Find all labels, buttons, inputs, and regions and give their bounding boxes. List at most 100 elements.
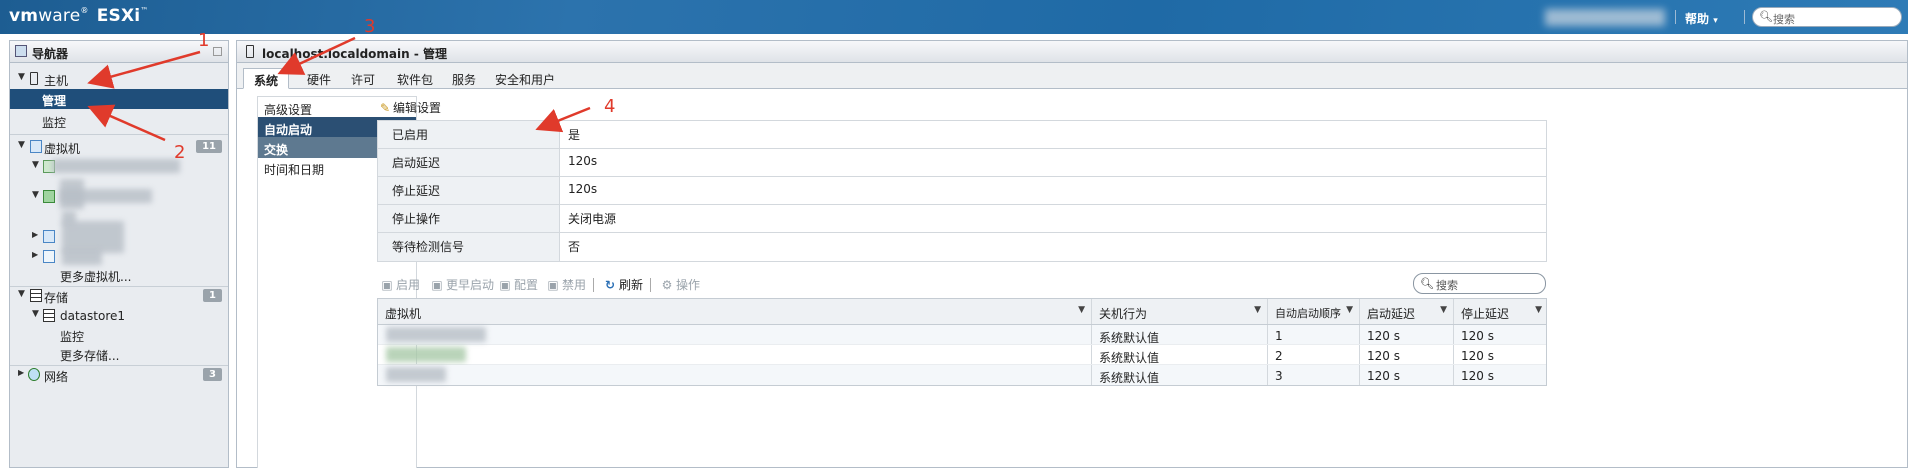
tab-system[interactable]: 系统 — [243, 68, 290, 89]
vm-icon — [43, 230, 55, 243]
property-row: 等待检测信号否 — [378, 233, 1546, 261]
tab-hardware[interactable]: 硬件 — [297, 68, 341, 89]
nav-item-manage[interactable]: 管理 — [10, 89, 228, 109]
blurred-vm-name — [62, 249, 102, 265]
vm-list-item[interactable]: ▶ — [10, 247, 228, 267]
navigator-header: 导航器 — [10, 41, 228, 63]
storage-icon — [30, 289, 42, 302]
property-row: 启动延迟 120s — [378, 149, 1546, 177]
tab-security-users[interactable]: 安全和用户 — [485, 68, 565, 89]
configure-icon: ▣ — [499, 278, 511, 292]
user-account-blurred[interactable] — [1545, 9, 1665, 26]
edit-settings-button[interactable]: ✎ 编辑设置 — [380, 99, 441, 116]
vm-count-badge: 11 — [196, 140, 222, 153]
nav-item-host[interactable]: ▼ 主机 — [10, 69, 228, 89]
annotation-number-1: 1 — [198, 30, 210, 51]
nav-item-network[interactable]: ▶ 网络 3 — [10, 365, 228, 385]
host-icon — [246, 45, 254, 58]
refresh-button[interactable]: ↻ 刷新 — [603, 276, 643, 293]
autostart-toolbar: ▣ 启用 ▣ 更早启动 ▣ 配置 ▣ 禁用 ↻ 刷新 ⚙ 操作 — [380, 276, 1550, 296]
column-header-vm[interactable]: 虚拟机 ▼ — [378, 299, 1092, 324]
divider — [10, 134, 228, 135]
expand-down-icon[interactable]: ▼ — [32, 160, 39, 170]
shutdown-cell: 系统默认值 — [1092, 325, 1268, 345]
nav-item-datastore-monitor[interactable]: 监控 — [10, 325, 228, 345]
expand-right-icon[interactable]: ▶ — [18, 368, 24, 377]
stop-delay-cell: 120 s — [1461, 349, 1494, 363]
nav-item-datastore1[interactable]: ▼ datastore1 — [10, 306, 228, 326]
blurred-vm-name — [60, 189, 152, 203]
actions-button[interactable]: ⚙ 操作 — [660, 276, 700, 293]
tab-packages[interactable]: 软件包 — [387, 68, 443, 89]
column-header-start-delay[interactable]: 启动延迟 ▼ — [1360, 299, 1454, 324]
grid-header: 虚拟机 ▼ 关机行为 ▼ 自动启动顺序 ▼ 启动延迟 ▼ 停止延迟 ▼ — [378, 299, 1546, 325]
tab-license[interactable]: 许可 — [341, 68, 385, 89]
expand-right-icon[interactable]: ▶ — [32, 230, 38, 239]
chevron-down-icon[interactable]: ▼ — [1535, 305, 1542, 315]
order-cell: 2 — [1268, 345, 1360, 364]
grid-search-input[interactable]: 🔍︎ 搜索 — [1413, 273, 1546, 294]
expand-down-icon[interactable]: ▼ — [32, 190, 39, 200]
vm-list-item[interactable]: ▼ — [10, 187, 228, 207]
top-bar: vmware® ESXi™ 帮助 ▾ 🔍︎ 搜索 — [0, 0, 1908, 34]
shutdown-cell: 系统默认值 — [1092, 365, 1268, 385]
expand-down-icon[interactable]: ▼ — [18, 72, 25, 82]
column-header-shutdown[interactable]: 关机行为 ▼ — [1092, 299, 1268, 324]
start-earlier-icon: ▣ — [431, 278, 443, 292]
blurred-vm-name — [386, 367, 446, 382]
divider — [1675, 10, 1676, 24]
shutdown-cell: 系统默认值 — [1092, 345, 1268, 365]
blurred-vm-name — [386, 347, 466, 362]
pencil-icon: ✎ — [380, 101, 391, 115]
column-header-order[interactable]: 自动启动顺序 ▼ — [1268, 299, 1360, 324]
blurred-vm-name — [52, 159, 180, 173]
disable-button[interactable]: ▣ 禁用 — [546, 276, 586, 293]
property-row: 停止操作 关闭电源 — [378, 205, 1546, 233]
annotation-number-2: 2 — [174, 142, 186, 163]
expand-down-icon[interactable]: ▼ — [32, 309, 39, 319]
start-delay-cell: 120 s — [1360, 365, 1454, 385]
disable-icon: ▣ — [547, 278, 559, 292]
chevron-down-icon[interactable]: ▼ — [1440, 305, 1447, 315]
autostart-properties: 已启用是 启动延迟 120s 停止延迟 120s 停止操作 关闭电源 等待检测信号否 — [377, 120, 1547, 262]
column-header-stop-delay[interactable]: 停止延迟 ▼ — [1454, 299, 1548, 324]
main-header: localhost.localdomain - 管理 — [237, 41, 1907, 63]
blurred-vm-name — [386, 327, 486, 342]
navigator-title: 导航器 — [32, 47, 69, 61]
expand-down-icon[interactable]: ▼ — [18, 289, 25, 299]
chevron-down-icon[interactable]: ▼ — [1346, 305, 1353, 315]
vmware-esxi-logo: vmware® ESXi™ — [9, 6, 149, 26]
property-row: 已启用是 — [378, 121, 1546, 149]
gear-icon: ⚙ — [661, 278, 673, 292]
configure-button[interactable]: ▣ 配置 — [498, 276, 538, 293]
vm-list-item[interactable]: ▶ — [10, 221, 228, 253]
nav-item-more-storage[interactable]: 更多存储... — [10, 344, 228, 364]
navigator-icon — [15, 45, 27, 57]
tab-services[interactable]: 服务 — [442, 68, 486, 89]
nav-item-vms[interactable]: ▼ 虚拟机 11 — [10, 137, 228, 157]
main-panel: localhost.localdomain - 管理 系统 硬件 许可 软件包 … — [236, 40, 1908, 468]
annotation-number-3: 3 — [364, 16, 376, 37]
top-search-input[interactable]: 🔍︎ 搜索 — [1752, 7, 1902, 27]
start-earlier-button[interactable]: ▣ 更早启动 — [430, 276, 494, 293]
nav-item-storage[interactable]: ▼ 存储 1 — [10, 286, 228, 306]
nav-item-monitor[interactable]: 监控 — [10, 111, 228, 131]
enable-button[interactable]: ▣ 启用 — [380, 276, 420, 293]
chevron-down-icon[interactable]: ▼ — [1254, 305, 1261, 315]
collapse-icon[interactable] — [213, 47, 222, 56]
divider — [593, 278, 594, 292]
vm-running-icon — [43, 190, 55, 203]
table-row[interactable]: 系统默认值 1 120 s 120 s — [378, 325, 1546, 345]
expand-right-icon[interactable]: ▶ — [32, 250, 38, 259]
table-row[interactable]: 系统默认值 2 120 s 120 s — [378, 345, 1546, 365]
expand-down-icon[interactable]: ▼ — [18, 140, 25, 150]
chevron-down-icon[interactable]: ▼ — [1078, 305, 1085, 315]
vm-list-item[interactable]: ▼ — [10, 157, 228, 177]
stop-delay-cell: 120 s — [1461, 329, 1494, 343]
divider — [1744, 10, 1745, 24]
help-menu[interactable]: 帮助 ▾ — [1685, 10, 1718, 27]
tab-bar: 系统 硬件 许可 软件包 服务 安全和用户 — [237, 63, 1907, 89]
vm-icon — [30, 140, 42, 153]
nav-item-more-vms[interactable]: 更多虚拟机... — [10, 265, 228, 285]
table-row[interactable]: 系统默认值 3 120 s 120 s — [378, 365, 1546, 385]
